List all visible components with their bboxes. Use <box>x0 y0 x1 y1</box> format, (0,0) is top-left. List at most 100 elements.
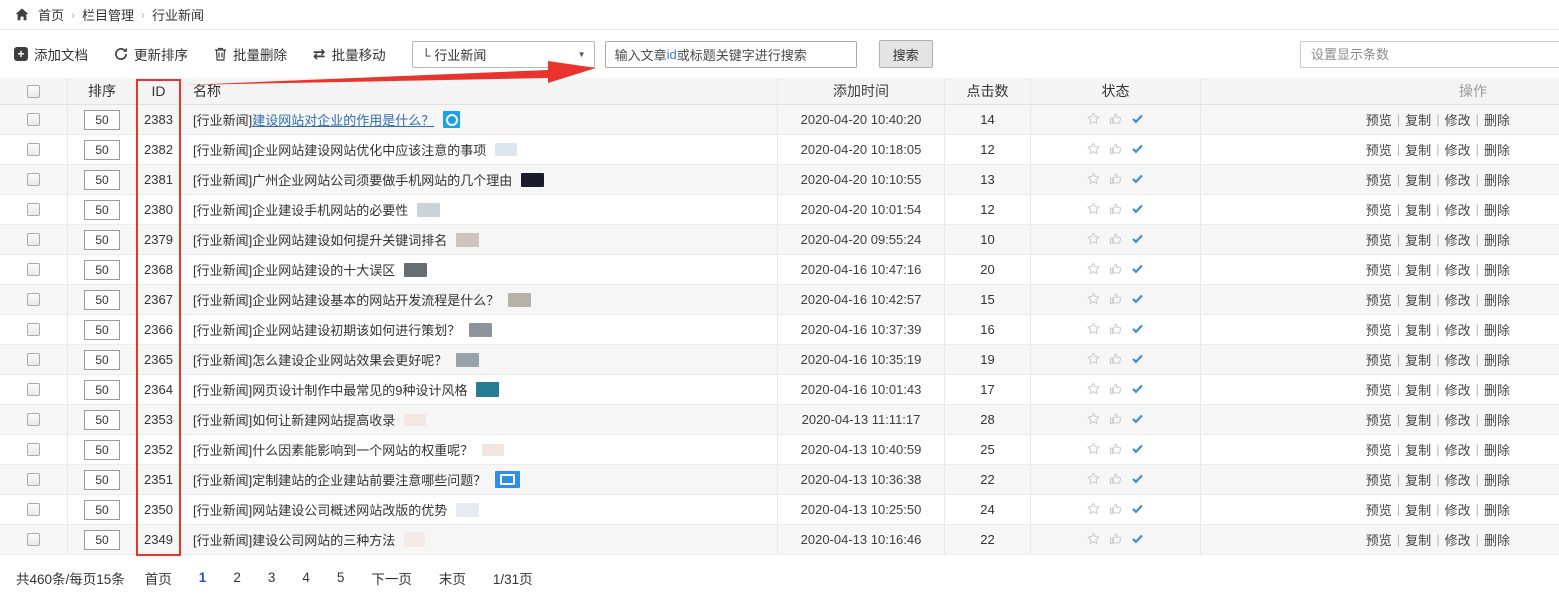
action-preview[interactable]: 预览 <box>1361 440 1397 459</box>
article-title[interactable]: 建设网站对企业的作用是什么？ <box>252 110 434 129</box>
action-edit[interactable]: 修改 <box>1440 410 1476 429</box>
action-edit[interactable]: 修改 <box>1440 170 1476 189</box>
action-edit[interactable]: 修改 <box>1440 350 1476 369</box>
action-edit[interactable]: 修改 <box>1440 440 1476 459</box>
page-next[interactable]: 下一页 <box>371 568 412 588</box>
sort-input[interactable] <box>84 500 120 520</box>
action-edit[interactable]: 修改 <box>1440 200 1476 219</box>
action-delete[interactable]: 删除 <box>1479 110 1515 129</box>
row-checkbox[interactable] <box>27 113 40 126</box>
action-copy[interactable]: 复制 <box>1400 350 1436 369</box>
row-checkbox[interactable] <box>27 473 40 486</box>
article-title[interactable]: 如何让新建网站提高收录 <box>252 410 395 429</box>
action-preview[interactable]: 预览 <box>1361 470 1397 489</box>
row-checkbox[interactable] <box>27 263 40 276</box>
sort-input[interactable] <box>84 380 120 400</box>
action-preview[interactable]: 预览 <box>1361 530 1397 549</box>
article-title[interactable]: 企业建设手机网站的必要性 <box>252 200 408 219</box>
action-copy[interactable]: 复制 <box>1400 500 1436 519</box>
action-copy[interactable]: 复制 <box>1400 140 1436 159</box>
update-sort-button[interactable]: 更新排序 <box>114 44 188 64</box>
action-copy[interactable]: 复制 <box>1400 470 1436 489</box>
row-checkbox[interactable] <box>27 173 40 186</box>
sort-input[interactable] <box>84 470 120 490</box>
row-checkbox[interactable] <box>27 293 40 306</box>
row-checkbox[interactable] <box>27 203 40 216</box>
action-delete[interactable]: 删除 <box>1479 500 1515 519</box>
action-copy[interactable]: 复制 <box>1400 170 1436 189</box>
sort-input[interactable] <box>84 170 120 190</box>
sort-input[interactable] <box>84 320 120 340</box>
add-document-button[interactable]: 添加文档 <box>14 44 88 64</box>
action-edit[interactable]: 修改 <box>1440 380 1476 399</box>
article-title[interactable]: 企业网站建设基本的网站开发流程是什么？ <box>252 290 499 309</box>
action-edit[interactable]: 修改 <box>1440 110 1476 129</box>
action-preview[interactable]: 预览 <box>1361 290 1397 309</box>
row-checkbox[interactable] <box>27 353 40 366</box>
page-first[interactable]: 首页 <box>145 568 172 588</box>
action-edit[interactable]: 修改 <box>1440 260 1476 279</box>
action-edit[interactable]: 修改 <box>1440 320 1476 339</box>
action-copy[interactable]: 复制 <box>1400 410 1436 429</box>
category-select[interactable]: └ 行业新闻 <box>412 41 595 68</box>
action-delete[interactable]: 删除 <box>1479 290 1515 309</box>
article-title[interactable]: 定制建站的企业建站前要注意哪些问题？ <box>252 470 486 489</box>
search-input[interactable]: 输入文章id或标题关键字进行搜索 <box>605 41 857 68</box>
action-copy[interactable]: 复制 <box>1400 380 1436 399</box>
action-preview[interactable]: 预览 <box>1361 350 1397 369</box>
action-copy[interactable]: 复制 <box>1400 200 1436 219</box>
article-title[interactable]: 企业网站建设如何提升关键词排名 <box>252 230 447 249</box>
row-checkbox[interactable] <box>27 533 40 546</box>
search-button[interactable]: 搜索 <box>879 40 933 68</box>
action-delete[interactable]: 删除 <box>1479 230 1515 249</box>
action-preview[interactable]: 预览 <box>1361 110 1397 129</box>
action-edit[interactable]: 修改 <box>1440 140 1476 159</box>
sort-input[interactable] <box>84 140 120 160</box>
select-all-checkbox[interactable] <box>27 85 40 98</box>
action-edit[interactable]: 修改 <box>1440 230 1476 249</box>
action-delete[interactable]: 删除 <box>1479 530 1515 549</box>
row-checkbox[interactable] <box>27 413 40 426</box>
action-preview[interactable]: 预览 <box>1361 500 1397 519</box>
page-number-3[interactable]: 3 <box>268 570 276 585</box>
action-edit[interactable]: 修改 <box>1440 290 1476 309</box>
sort-input[interactable] <box>84 440 120 460</box>
article-title[interactable]: 网站建设公司概述网站改版的优势 <box>252 500 447 519</box>
action-preview[interactable]: 预览 <box>1361 260 1397 279</box>
row-checkbox[interactable] <box>27 503 40 516</box>
sort-input[interactable] <box>84 200 120 220</box>
article-title[interactable]: 企业网站建设网站优化中应该注意的事项 <box>252 140 486 159</box>
article-title[interactable]: 什么因素能影响到一个网站的权重呢？ <box>252 440 473 459</box>
action-delete[interactable]: 删除 <box>1479 320 1515 339</box>
breadcrumb-home[interactable]: 首页 <box>38 5 64 24</box>
article-title[interactable]: 建设公司网站的三种方法 <box>252 530 395 549</box>
article-title[interactable]: 网页设计制作中最常见的9种设计风格 <box>252 380 467 399</box>
action-preview[interactable]: 预览 <box>1361 320 1397 339</box>
row-checkbox[interactable] <box>27 323 40 336</box>
sort-input[interactable] <box>84 290 120 310</box>
breadcrumb-category-manage[interactable]: 栏目管理 <box>82 5 134 24</box>
row-checkbox[interactable] <box>27 233 40 246</box>
sort-input[interactable] <box>84 230 120 250</box>
page-size-input[interactable] <box>1300 41 1559 68</box>
row-checkbox[interactable] <box>27 383 40 396</box>
action-delete[interactable]: 删除 <box>1479 440 1515 459</box>
action-delete[interactable]: 删除 <box>1479 140 1515 159</box>
sort-input[interactable] <box>84 530 120 550</box>
action-preview[interactable]: 预览 <box>1361 200 1397 219</box>
batch-delete-button[interactable]: 批量删除 <box>214 44 287 64</box>
action-delete[interactable]: 删除 <box>1479 260 1515 279</box>
article-title[interactable]: 广州企业网站公司须要做手机网站的几个理由 <box>252 170 512 189</box>
action-delete[interactable]: 删除 <box>1479 350 1515 369</box>
row-checkbox[interactable] <box>27 143 40 156</box>
action-copy[interactable]: 复制 <box>1400 440 1436 459</box>
action-edit[interactable]: 修改 <box>1440 530 1476 549</box>
sort-input[interactable] <box>84 110 120 130</box>
action-copy[interactable]: 复制 <box>1400 230 1436 249</box>
sort-input[interactable] <box>84 410 120 430</box>
article-title[interactable]: 企业网站建设初期该如何进行策划？ <box>252 320 460 339</box>
action-copy[interactable]: 复制 <box>1400 320 1436 339</box>
page-number-5[interactable]: 5 <box>337 570 345 585</box>
sort-input[interactable] <box>84 350 120 370</box>
action-copy[interactable]: 复制 <box>1400 260 1436 279</box>
